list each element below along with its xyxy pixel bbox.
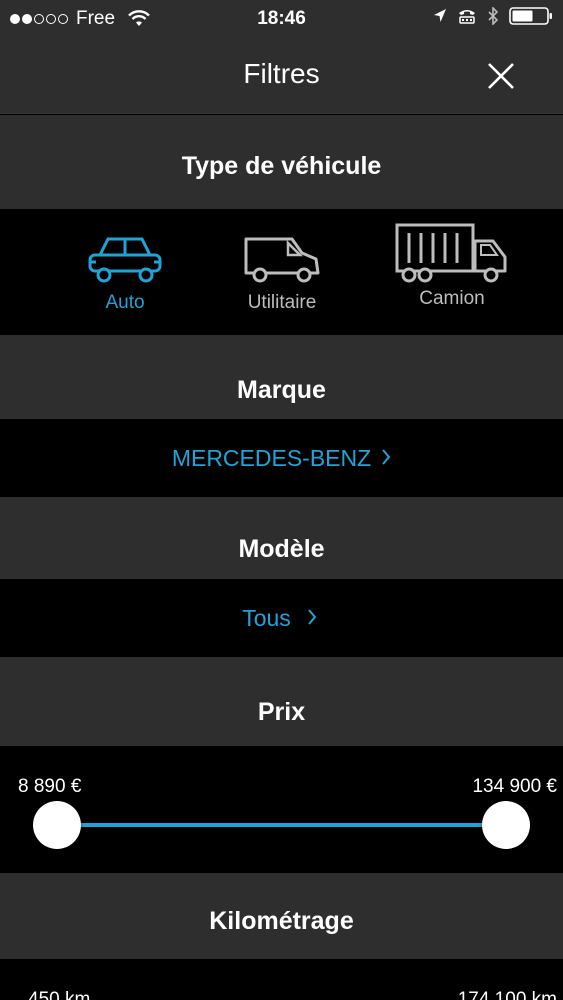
bluetooth-icon	[488, 7, 499, 25]
vehicle-type-heading: Type de véhicule	[181, 152, 382, 180]
chevron-right-icon	[382, 449, 391, 465]
price-max-value: 134 900 €	[472, 776, 557, 797]
vehicle-option-utilitaire[interactable]: Utilitaire	[232, 231, 332, 314]
price-slider-track[interactable]	[57, 823, 506, 827]
price-range-slider: 8 890 € 134 900 €	[0, 746, 563, 873]
close-icon[interactable]	[485, 60, 517, 92]
brand-heading: Marque	[237, 376, 326, 404]
price-min-handle[interactable]	[33, 801, 81, 849]
section-header-model: Modèle	[0, 497, 563, 579]
brand-value: MERCEDES-BENZ	[171, 445, 372, 471]
price-max-handle[interactable]	[482, 801, 530, 849]
vehicle-option-label: Camion	[419, 288, 485, 309]
vehicle-option-auto[interactable]: Auto	[75, 231, 175, 314]
tty-icon	[459, 10, 475, 24]
model-value: Tous	[242, 605, 291, 631]
section-header-brand: Marque	[0, 335, 563, 419]
brand-select-button[interactable]: MERCEDES-BENZ	[0, 445, 563, 472]
price-heading: Prix	[257, 698, 306, 726]
model-selector: Tous	[0, 579, 563, 657]
vehicle-option-label: Utilitaire	[247, 292, 317, 313]
section-header-price: Prix	[0, 657, 563, 746]
location-arrow-icon	[434, 9, 446, 22]
model-select-button[interactable]: Tous	[0, 605, 563, 632]
car-icon	[88, 237, 162, 283]
mileage-min-value: 450 km	[28, 989, 91, 1000]
vehicle-option-label: Auto	[105, 292, 145, 313]
page-title: Filtres	[243, 58, 320, 89]
mileage-heading: Kilométrage	[209, 907, 354, 935]
vehicle-option-camion[interactable]: Camion	[389, 219, 515, 310]
mileage-range-slider: 450 km 174 100 km	[0, 959, 563, 1000]
model-heading: Modèle	[238, 535, 325, 563]
vehicle-type-selector: Auto Utilitaire Camion	[0, 209, 563, 335]
chevron-right-icon	[308, 609, 317, 625]
navigation-bar: Filtres	[0, 38, 563, 114]
van-icon	[244, 237, 320, 283]
brand-selector: MERCEDES-BENZ	[0, 419, 563, 497]
status-bar: Free 18:46	[0, 0, 563, 38]
truck-icon	[395, 223, 507, 283]
status-right	[433, 7, 553, 25]
section-header-mileage: Kilométrage	[0, 873, 563, 959]
price-min-value: 8 890 €	[18, 776, 82, 797]
mileage-max-value: 174 100 km	[457, 989, 557, 1000]
battery-icon	[509, 7, 552, 25]
section-header-vehicle-type: Type de véhicule	[0, 115, 563, 209]
